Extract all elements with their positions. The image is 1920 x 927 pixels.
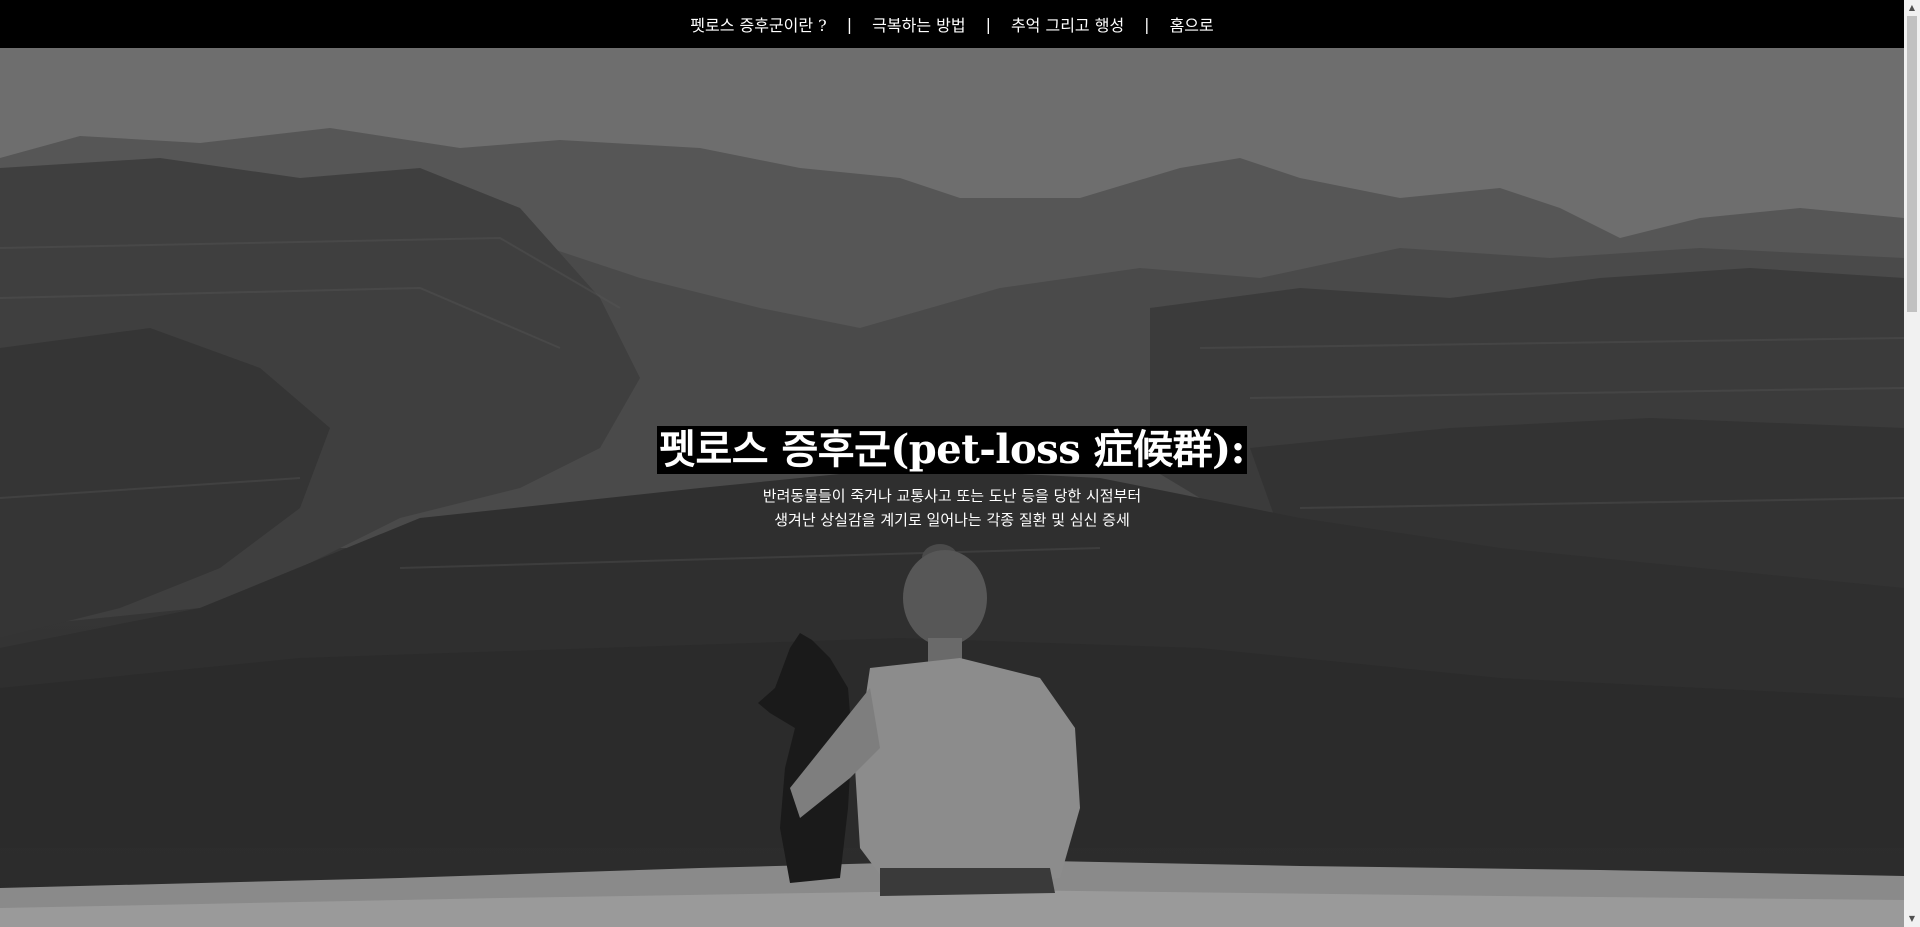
- vertical-scrollbar[interactable]: ▲ ▼: [1904, 0, 1920, 927]
- nav-separator: |: [1144, 14, 1150, 34]
- page: 펫로스 증후군이란 ? | 극복하는 방법 | 추억 그리고 행성 | 홈으로: [0, 0, 1920, 927]
- nav-link-home[interactable]: 홈으로: [1170, 12, 1214, 36]
- hero-subtitle-line-1: 반려동물들이 죽거나 교통사고 또는 도난 등을 당한 시점부터: [762, 487, 1142, 505]
- scrollbar-thumb[interactable]: [1907, 16, 1917, 312]
- hero-subtitle-line-2: 생겨난 상실감을 계기로 일어나는 각종 질환 및 심신 증세: [774, 511, 1130, 529]
- nav-separator: |: [985, 14, 991, 34]
- triangle-up-icon[interactable]: ▲: [1904, 0, 1920, 16]
- top-navigation: 펫로스 증후군이란 ? | 극복하는 방법 | 추억 그리고 행성 | 홈으로: [0, 0, 1904, 48]
- nav-link-how-to-overcome[interactable]: 극복하는 방법: [872, 12, 965, 36]
- nav-link-memories-and-planet[interactable]: 추억 그리고 행성: [1011, 12, 1124, 36]
- nav-separator: |: [846, 14, 853, 34]
- hero-text-block: 펫로스 증후군(pet-loss 症候群): 반려동물들이 죽거나 교통사고 또…: [0, 426, 1904, 532]
- triangle-down-icon[interactable]: ▼: [1904, 911, 1920, 927]
- page-title: 펫로스 증후군(pet-loss 症候群):: [657, 426, 1247, 474]
- nav-link-what-is-pet-loss[interactable]: 펫로스 증후군이란 ?: [690, 12, 827, 36]
- hero-subtitle: 반려동물들이 죽거나 교통사고 또는 도난 등을 당한 시점부터 생겨난 상실감…: [0, 484, 1904, 532]
- hero-section: 펫로스 증후군(pet-loss 症候群): 반려동물들이 죽거나 교통사고 또…: [0, 48, 1904, 927]
